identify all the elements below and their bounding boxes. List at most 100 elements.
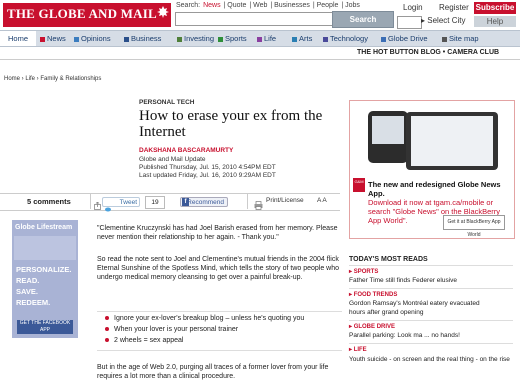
nav-chip (323, 36, 328, 42)
most-read-headline-cont[interactable]: hours after grand opening (349, 309, 423, 316)
related-link[interactable]: When your lover is your personal trainer (105, 326, 238, 333)
nav-investing[interactable]: Investing (177, 31, 214, 46)
nav-news[interactable]: News (40, 31, 66, 46)
most-read-headline[interactable]: Gordon Ramsay's Montréal eatery evacuate… (349, 300, 480, 307)
toolbar-divider (247, 193, 248, 209)
bullet-icon (105, 316, 109, 321)
lifestream-slogan: PERSONALIZE. READ. SAVE. REDEEM. (16, 264, 78, 308)
nav-chip (257, 36, 262, 42)
search-tabs: Search: News | Quote | Web | Businesses … (176, 2, 361, 9)
nav-opinions-label: Opinions (81, 34, 111, 43)
help-button[interactable]: Help (474, 16, 516, 27)
article-updated: Last updated Friday, Jul. 16, 2010 9:29A… (139, 172, 276, 179)
phone-screen (372, 116, 404, 144)
most-read-section[interactable]: ▸ GLOBE DRIVE (349, 323, 395, 330)
maple-leaf-icon (157, 6, 169, 21)
article-source: Globe and Mail Update (139, 156, 206, 163)
print-license-link[interactable]: Print/License (266, 197, 304, 204)
search-tab-news[interactable]: News (203, 2, 221, 9)
tweet-count: 19 (145, 196, 165, 209)
register-link[interactable]: Register (439, 3, 469, 12)
twitter-bird-icon (104, 199, 112, 217)
main-nav: Home News Opinions Business Investing Sp… (0, 30, 520, 47)
app-world-badge[interactable]: Get it at BlackBerry App World (443, 215, 505, 238)
nav-chip (292, 36, 297, 42)
nav-opinions[interactable]: Opinions (74, 31, 111, 46)
nav-site-map[interactable]: Site map (442, 31, 479, 46)
divider (349, 320, 513, 321)
most-read-headline[interactable]: Parallel parking: Look ma ... no hands! (349, 332, 460, 339)
nav-business-label: Business (131, 34, 162, 43)
toolbar-divider (90, 193, 91, 209)
most-read-section[interactable]: ▸ FOOD TRENDS (349, 291, 397, 298)
most-read-headline[interactable]: Father Time still finds Federer elusive (349, 277, 457, 284)
sub-bar-links[interactable]: THE HOT BUTTON BLOG • CAMERA CLUB (357, 49, 499, 56)
search-tab-jobs[interactable]: | Jobs (341, 2, 360, 9)
logo-text: THE GLOBE AND MAIL (7, 6, 157, 21)
divider (349, 288, 513, 289)
lifestream-graphic (14, 236, 76, 260)
bullet-icon (105, 338, 109, 343)
lifestream-word: REDEEM. (16, 298, 51, 307)
nav-sports-label: Sports (225, 34, 247, 43)
lifestream-logo: Globe Lifestream (15, 224, 73, 231)
article-author[interactable]: DAKSHANA BASCARAMURTY (139, 147, 233, 154)
city-input[interactable] (397, 16, 422, 29)
search-tab-people[interactable]: | People (313, 2, 339, 9)
subscribe-button[interactable]: Subscribe (474, 2, 516, 14)
nav-news-label: News (47, 34, 66, 43)
nav-technology-label: Technology (330, 34, 368, 43)
related-link[interactable]: 2 wheels = sex appeal (105, 337, 183, 344)
most-read-headline[interactable]: Youth suicide - on screen and the real t… (349, 355, 515, 364)
nav-life[interactable]: Life (257, 31, 276, 46)
most-read-section-label: GLOBE DRIVE (353, 324, 396, 330)
related-link[interactable]: Ignore your ex-lover's breakup blog – un… (105, 315, 304, 322)
nav-chip (381, 36, 386, 42)
nav-sports[interactable]: Sports (218, 31, 247, 46)
login-link[interactable]: Login (403, 3, 423, 12)
globe-logo-icon: G&M (353, 178, 365, 192)
print-icon[interactable] (254, 197, 263, 215)
facebook-icon: f (182, 198, 189, 206)
nav-arts-label: Arts (299, 34, 313, 43)
nav-life-label: Life (264, 34, 277, 43)
font-size-control[interactable]: A A (317, 197, 327, 204)
article-section[interactable]: PERSONAL TECH (139, 99, 195, 106)
nav-site-map-label: Site map (449, 34, 479, 43)
facebook-app-button[interactable]: GET THE FACEBOOK APP (17, 320, 73, 334)
article-published: Published Thursday, Jul. 15, 2010 4:54PM… (139, 164, 276, 171)
select-city-link[interactable]: ▸ Select City (421, 16, 465, 25)
nav-chip (442, 36, 447, 42)
most-read-section[interactable]: ▸ LIFE (349, 346, 367, 353)
most-read-section-label: LIFE (353, 347, 367, 353)
search-tab-quote[interactable]: | Quote (224, 2, 247, 9)
nav-technology[interactable]: Technology (323, 31, 368, 46)
share-icon[interactable] (94, 197, 101, 215)
select-city-label: Select City (427, 16, 466, 25)
search-tab-businesses[interactable]: | Businesses (270, 2, 310, 9)
article-title: How to erase your ex from the Internet (139, 108, 323, 140)
nav-globe-drive[interactable]: Globe Drive (381, 31, 428, 46)
article-quote: "Clementine Kruczynski has had Joel Bari… (97, 225, 338, 241)
nav-globe-drive-label: Globe Drive (388, 34, 428, 43)
most-read-section[interactable]: ▸ SPORTS (349, 268, 378, 275)
search-button[interactable]: Search (332, 11, 394, 28)
breadcrumb[interactable]: Home › Life › Family & Relationships (4, 76, 101, 82)
nav-arts[interactable]: Arts (292, 31, 312, 46)
article-paragraph: But in the age of Web 2.0, purging all t… (97, 364, 329, 380)
nav-investing-label: Investing (184, 34, 215, 43)
search-tab-web[interactable]: | Web (249, 2, 267, 9)
lifestream-word: SAVE. (16, 287, 38, 296)
most-read-section-label: SPORTS (353, 269, 379, 275)
search-input[interactable] (175, 12, 333, 26)
lifestream-word: READ. (16, 276, 40, 285)
nav-business[interactable]: Business (124, 31, 161, 46)
divider (349, 265, 513, 266)
nav-chip (74, 36, 79, 42)
most-read-title: TODAY'S MOST READS (349, 256, 428, 263)
related-link-text: Ignore your ex-lover's breakup blog – un… (114, 315, 305, 322)
related-link-text: When your lover is your personal trainer (114, 326, 239, 333)
nav-home[interactable]: Home (0, 31, 36, 46)
ad-line-1: The new and redesigned Globe News App. (368, 180, 501, 198)
comments-link[interactable]: 5 comments (27, 197, 71, 206)
